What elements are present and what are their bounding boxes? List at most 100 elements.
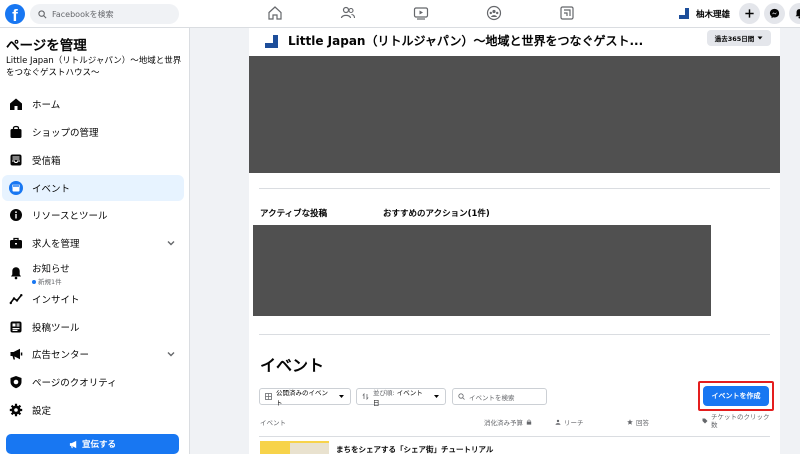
sidebar-item-label: ショップの管理 xyxy=(32,128,99,139)
search-input[interactable]: Facebookを検索 xyxy=(30,4,179,24)
watch-nav-icon[interactable] xyxy=(413,5,429,21)
caret-down-icon xyxy=(339,395,345,398)
event-search-placeholder: イベントを検索 xyxy=(469,393,515,402)
plus-icon xyxy=(745,9,754,18)
lock-icon xyxy=(526,419,532,425)
notification-count: 新規1件 xyxy=(32,276,70,286)
event-row-title[interactable]: まちをシェアする「シェア街」チュートリアル xyxy=(336,444,493,454)
profile-name: 柚木理雄 xyxy=(696,10,731,20)
sidebar-item-label: 広告センター xyxy=(32,350,90,361)
notifications-button[interactable] xyxy=(789,3,800,24)
home-nav-icon[interactable] xyxy=(267,5,283,21)
create-button[interactable] xyxy=(739,3,760,24)
sidebar-item-label: リソースとツール xyxy=(32,211,108,222)
top-bar: f Facebookを検索 柚木理雄 xyxy=(0,0,800,28)
sidebar-item-ad-center[interactable]: 広告センター xyxy=(2,341,184,367)
create-event-highlight: イベントを作成 xyxy=(698,381,774,411)
promote-button[interactable]: 宣伝する xyxy=(6,434,179,454)
chevron-down-icon[interactable] xyxy=(166,349,176,359)
profile-button[interactable]: 柚木理雄 xyxy=(676,4,734,24)
column-header-reach[interactable]: リーチ xyxy=(552,417,584,427)
published-events-filter[interactable]: 公開済みのイベント xyxy=(259,388,351,407)
event-thumbnail[interactable] xyxy=(260,441,329,454)
bell-icon xyxy=(795,9,800,19)
megaphone-icon xyxy=(69,440,77,448)
sidebar-item-label: 求人を管理 xyxy=(32,239,80,250)
star-icon xyxy=(627,419,633,425)
promote-label: 宣伝する xyxy=(81,440,116,450)
shield-icon xyxy=(8,374,24,390)
inbox-icon xyxy=(8,152,24,168)
sidebar-page-name[interactable]: Little Japan（リトルジャパン）〜地域と世界をつなぐゲストハウス〜 xyxy=(6,55,184,79)
calendar-icon xyxy=(8,180,24,196)
info-icon xyxy=(8,207,24,223)
sidebar-item-insights[interactable]: インサイト xyxy=(2,286,184,312)
sidebar-item-jobs[interactable]: 求人を管理 xyxy=(2,230,184,256)
sidebar-title: ページを管理 xyxy=(6,38,87,54)
page-logo xyxy=(265,35,279,49)
search-icon xyxy=(458,393,465,400)
redacted-area xyxy=(253,225,711,316)
home-icon xyxy=(8,96,24,112)
new-dot-icon xyxy=(32,279,36,284)
sidebar-item-label: ページのクオリティ xyxy=(32,378,117,389)
column-header-event: イベント xyxy=(260,419,286,427)
search-icon xyxy=(38,9,47,18)
sort-prefix: 並び順: xyxy=(372,388,395,397)
sidebar-item-home[interactable]: ホーム xyxy=(2,91,184,117)
published-filter-label: 公開済みのイベント xyxy=(275,388,328,407)
search-placeholder: Facebookを検索 xyxy=(52,9,114,19)
sidebar-item-publishing-tools[interactable]: 投稿ツール xyxy=(2,314,184,340)
messenger-icon xyxy=(769,8,780,19)
period-dropdown[interactable]: 過去365日間 xyxy=(707,30,771,46)
event-search-input[interactable]: イベントを検索 xyxy=(452,388,547,405)
groups-nav-icon[interactable] xyxy=(486,5,502,21)
create-event-button[interactable]: イベントを作成 xyxy=(703,386,769,406)
sidebar: ページを管理 Little Japan（リトルジャパン）〜地域と世界をつなぐゲス… xyxy=(0,28,190,454)
scrollbar[interactable] xyxy=(792,28,800,454)
facebook-logo-icon[interactable]: f xyxy=(5,4,25,24)
sidebar-item-inbox[interactable]: 受信箱 xyxy=(2,147,184,173)
recommended-actions-heading: おすすめのアクション(1件) xyxy=(383,209,490,219)
sidebar-item-settings[interactable]: 設定 xyxy=(2,397,184,423)
page-title: Little Japan（リトルジャパン）〜地域と世界をつなぐゲスト... xyxy=(288,34,644,48)
main-content: Little Japan（リトルジャパン）〜地域と世界をつなぐゲスト... 過去… xyxy=(249,28,780,454)
sidebar-item-label: 投稿ツール xyxy=(32,323,80,334)
sidebar-item-label: お知らせ xyxy=(32,263,70,275)
period-label: 過去365日間 xyxy=(714,35,755,43)
avatar xyxy=(676,6,692,22)
sort-icon xyxy=(362,393,369,400)
messenger-button[interactable] xyxy=(764,3,785,24)
table-row-divider xyxy=(259,436,770,437)
sidebar-item-page-quality[interactable]: ページのクオリティ xyxy=(2,369,184,395)
redacted-area xyxy=(249,56,780,173)
briefcase-icon xyxy=(8,235,24,251)
sort-filter[interactable]: 並び順: イベント日 xyxy=(356,388,446,407)
active-posts-heading: アクティブな投稿 xyxy=(260,209,328,219)
insights-icon xyxy=(8,291,24,307)
column-header-ticket-clicks[interactable]: チケットのクリック数 xyxy=(699,413,771,429)
sidebar-item-label: インサイト xyxy=(32,295,80,306)
column-header-budget[interactable]: 消化済み予算 xyxy=(484,417,535,427)
sidebar-item-events[interactable]: イベント xyxy=(2,175,184,201)
publishing-tools-icon xyxy=(8,319,24,335)
megaphone-icon xyxy=(8,346,24,362)
tag-icon xyxy=(702,418,708,424)
sidebar-item-resources[interactable]: リソースとツール xyxy=(2,202,184,228)
sidebar-item-label: 設定 xyxy=(32,406,52,417)
sidebar-item-notifications[interactable]: お知らせ 新規1件 xyxy=(2,258,184,288)
gear-icon xyxy=(8,402,24,418)
divider xyxy=(259,188,770,189)
friends-nav-icon[interactable] xyxy=(340,5,356,21)
gaming-nav-icon[interactable] xyxy=(559,5,575,21)
caret-down-icon xyxy=(434,395,440,398)
shopping-bag-icon xyxy=(8,124,24,140)
events-heading: イベント xyxy=(260,356,325,375)
sidebar-item-label: 受信箱 xyxy=(32,156,61,167)
bell-icon xyxy=(8,265,24,281)
column-header-replies[interactable]: 回答 xyxy=(624,417,649,427)
sidebar-item-shop[interactable]: ショップの管理 xyxy=(2,119,184,145)
reach-icon xyxy=(555,419,561,425)
sidebar-item-label: ホーム xyxy=(32,100,61,111)
chevron-down-icon[interactable] xyxy=(166,238,176,248)
